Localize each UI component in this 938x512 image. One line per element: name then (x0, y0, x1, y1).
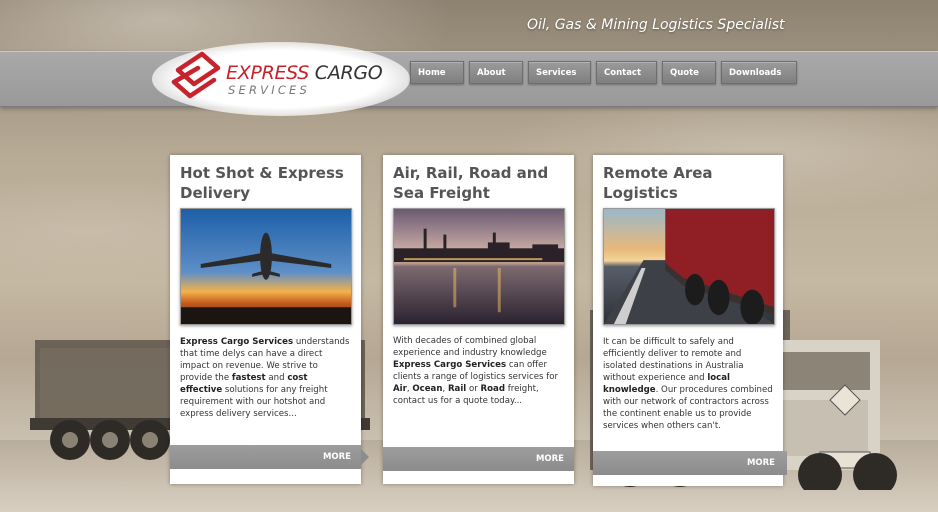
more-button[interactable]: MORE (170, 445, 369, 469)
card-body: It can be difficult to safely and effici… (603, 336, 775, 432)
service-card-hot-shot: Hot Shot & Express Delivery Express Carg (170, 155, 369, 484)
logo-word-express: EXPRESS (226, 62, 310, 84)
logo-mark-icon (171, 51, 221, 99)
card-photo-airplane (180, 208, 352, 325)
card-body: With decades of combined global experien… (393, 335, 565, 407)
nav-contact[interactable]: Contact (596, 61, 657, 84)
nav-services[interactable]: Services (528, 61, 591, 84)
more-arrow-icon (361, 449, 369, 465)
card-photo-port (393, 208, 565, 325)
card-title: Remote Area Logistics (603, 164, 713, 202)
card-photo-truck (603, 208, 775, 325)
service-card-remote: Remote Area Logistics It can be difficul… (593, 155, 787, 486)
port-image (394, 209, 564, 324)
body-text: and (265, 373, 288, 383)
logo-word-cargo: CARGO (314, 62, 383, 84)
nav-about[interactable]: About (469, 61, 523, 84)
body-text: With decades of combined global experien… (393, 336, 547, 358)
card-title: Air, Rail, Road and Sea Freight (393, 164, 549, 202)
logo-wordmark: EXPRESS CARGO (226, 62, 383, 84)
card-title: Hot Shot & Express Delivery (180, 164, 344, 202)
more-button[interactable]: MORE (383, 447, 574, 471)
more-label: MORE (535, 454, 564, 464)
tagline: Oil, Gas & Mining Logistics Specialist (527, 17, 785, 33)
more-button[interactable]: MORE (593, 451, 787, 475)
body-emphasis: Ocean (412, 384, 443, 394)
logo-subtitle: SERVICES (228, 83, 311, 97)
more-label: MORE (746, 458, 775, 468)
body-text: or (466, 384, 481, 394)
logo[interactable]: EXPRESS CARGO SERVICES (168, 48, 408, 108)
more-label: MORE (322, 452, 351, 462)
body-emphasis: fastest (231, 373, 266, 383)
nav-home[interactable]: Home (410, 61, 464, 84)
service-card-freight: Air, Rail, Road and Sea Freight With dec… (383, 155, 574, 484)
airplane-image (181, 209, 351, 324)
nav-quote[interactable]: Quote (662, 61, 716, 84)
body-emphasis: Express Cargo Services (180, 337, 294, 347)
truck-image (604, 209, 774, 324)
nav-downloads[interactable]: Downloads (721, 61, 797, 84)
main-nav: Home About Services Contact Quote Downlo… (410, 61, 797, 84)
card-body: Express Cargo Services understands that … (180, 336, 352, 420)
body-emphasis: Rail (447, 384, 467, 394)
body-emphasis: Express Cargo Services (393, 360, 507, 370)
body-emphasis: Road (480, 384, 505, 394)
body-emphasis: Air (393, 384, 407, 394)
